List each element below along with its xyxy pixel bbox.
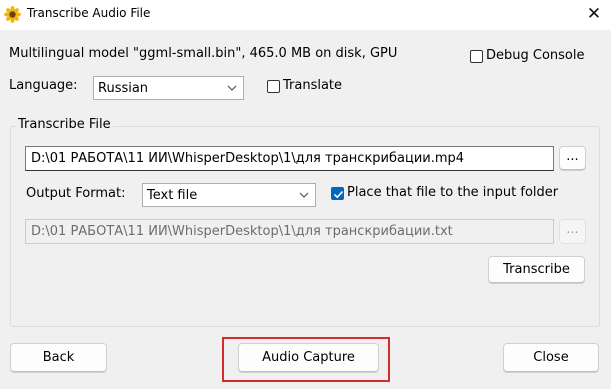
transcribe-button[interactable]: Transcribe <box>488 256 585 284</box>
model-info-text: Multilingual model "ggml-small.bin", 465… <box>9 46 398 61</box>
input-file-path-value: D:\01 РАБОТА\11 ИИ\WhisperDesktop\1\для … <box>31 151 465 166</box>
output-format-select-value: Text file <box>147 188 198 203</box>
back-button[interactable]: Back <box>10 343 107 373</box>
output-file-path-value: D:\01 РАБОТА\11 ИИ\WhisperDesktop\1\для … <box>31 224 453 239</box>
chevron-down-icon <box>227 85 237 91</box>
place-in-input-folder-label[interactable]: Place that file to the input folder <box>347 185 558 200</box>
close-button[interactable]: Close <box>503 343 599 373</box>
output-format-label: Output Format: <box>26 186 126 201</box>
debug-console-checkbox[interactable] <box>470 50 483 63</box>
sunflower-icon <box>4 6 21 23</box>
translate-checkbox[interactable] <box>267 80 280 93</box>
chevron-down-icon <box>299 192 309 198</box>
language-select-value: Russian <box>98 81 149 96</box>
title-bar: Transcribe Audio File ✕ <box>0 0 611 30</box>
window-title: Transcribe Audio File <box>27 6 151 20</box>
browse-output-button: ... <box>559 219 586 244</box>
output-format-select[interactable]: Text file <box>142 183 316 207</box>
place-in-input-folder-checkbox[interactable] <box>331 187 344 200</box>
debug-console-label[interactable]: Debug Console <box>486 48 585 63</box>
browse-input-button[interactable]: ... <box>559 146 586 171</box>
transcribe-file-group-title: Transcribe File <box>16 117 113 132</box>
language-select[interactable]: Russian <box>93 76 244 100</box>
translate-label[interactable]: Translate <box>283 78 342 93</box>
audio-capture-highlight <box>222 337 390 382</box>
checkmark-icon <box>333 191 344 199</box>
output-file-path-field: D:\01 РАБОТА\11 ИИ\WhisperDesktop\1\для … <box>25 219 554 244</box>
language-label: Language: <box>9 78 78 93</box>
window-close-button[interactable]: ✕ <box>577 0 611 30</box>
input-file-path-field[interactable]: D:\01 РАБОТА\11 ИИ\WhisperDesktop\1\для … <box>25 146 554 171</box>
